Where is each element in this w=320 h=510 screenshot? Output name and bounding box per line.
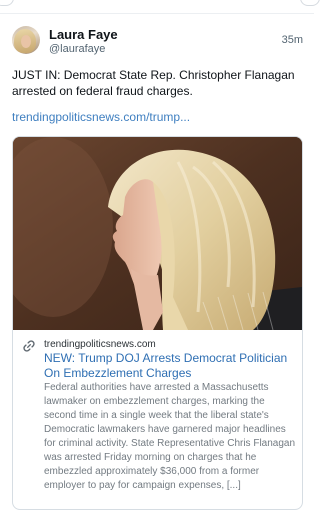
previous-item-edge <box>0 0 320 9</box>
post-link[interactable]: trendingpoliticsnews.com/trump... <box>12 110 190 124</box>
link-preview-card[interactable]: trendingpoliticsnews.com NEW: Trump DOJ … <box>12 136 303 510</box>
card-title[interactable]: NEW: Trump DOJ Arrests Democrat Politici… <box>44 351 296 381</box>
author-handle[interactable]: @laurafaye <box>49 43 105 55</box>
card-domain: trendingpoliticsnews.com <box>44 339 156 350</box>
author-name[interactable]: Laura Faye <box>49 27 118 42</box>
card-description: Federal authorities have arrested a Mass… <box>44 382 296 491</box>
divider <box>0 13 314 14</box>
post-text: JUST IN: Democrat State Rep. Christopher… <box>12 68 295 98</box>
avatar[interactable] <box>12 26 40 54</box>
post-time: 35m <box>281 34 303 46</box>
link-icon <box>23 340 35 352</box>
card-image[interactable] <box>13 137 302 330</box>
